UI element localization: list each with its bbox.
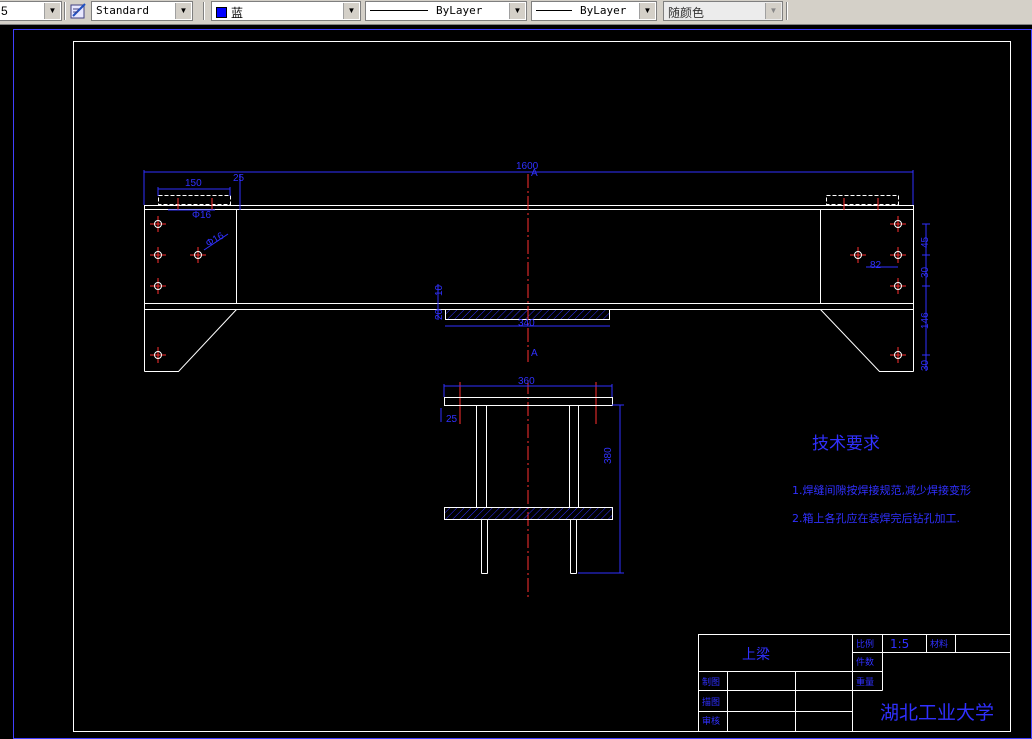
partial-dropdown[interactable]: 5 ▼ [0,1,62,21]
tb-check-label: 审核 [702,715,720,727]
dim-top-thickness: 25 [233,173,245,184]
dim-hole-dia-b: Φ16 [204,230,226,249]
properties-toolbar: 5 ▼ Standard ▼ 蓝 ▼ ByLayer ▼ ByLayer ▼ 随… [0,0,1032,25]
section-mark-bottom: A [531,348,538,359]
tb-drawn-label: 制图 [702,676,720,688]
chevron-down-icon[interactable]: ▼ [765,3,781,19]
dim-plate-h: 10 [434,284,445,296]
linetype-sample [370,10,428,11]
toolbar-separator [64,2,66,20]
dim-right-v3: 146 [920,312,931,329]
front-dim-text: 1600 150 25 Φ16 Φ16 45 82 30 146 30 10 2… [185,161,931,371]
text-style-value: Standard [96,4,149,17]
text-style-icon[interactable] [70,2,88,20]
section-dimensions [440,384,624,574]
tb-count-label: 件数 [856,656,874,668]
tb-part-name: 上梁 [742,647,770,663]
color-value: 蓝 [231,6,244,20]
lineweight-value: ByLayer [580,4,627,17]
tb-school: 湖北工业大学 [880,702,994,724]
tb-draw-label: 描图 [702,696,720,708]
tb-scale-value: 1:5 [890,637,909,651]
linetype-value: ByLayer [436,4,483,17]
drawing-canvas[interactable]: 1600 150 25 Φ16 Φ16 45 82 30 146 30 10 2… [0,24,1032,739]
dim-plate-width: 340 [518,318,535,329]
tech-title: 技术要求 [812,434,880,454]
dim-right-v1: 45 [920,236,931,248]
dim-section-width: 360 [518,376,535,387]
color-swatch [216,7,227,18]
chevron-down-icon[interactable]: ▼ [343,3,359,19]
dim-flange-t: 25 [446,414,458,425]
dim-right-v4: 30 [920,359,931,371]
text-style-dropdown[interactable]: Standard ▼ [91,1,193,21]
dim-right-v2: 30 [920,266,931,278]
toolbar-separator [203,2,205,20]
chevron-down-icon[interactable]: ▼ [175,3,191,19]
chevron-down-icon[interactable]: ▼ [44,3,60,19]
dim-web-height: 380 [603,447,614,464]
plot-style-value: 随颜色 [668,6,705,20]
dim-plate-h2: 20 [434,308,445,320]
tech-item-2: 2.箱上各孔应在装焊完后钻孔加工. [792,511,960,525]
tech-item-1: 1.焊缝间隙按焊接规范,减少焊接变形 [792,483,971,497]
toolbar-separator [786,2,788,20]
partial-dropdown-value: 5 [1,4,8,18]
tb-weight-label: 重量 [856,676,874,688]
section-mark-top: A [531,168,538,179]
color-dropdown[interactable]: 蓝 ▼ [211,1,361,21]
tb-material-label: 材料 [930,638,948,650]
chevron-down-icon[interactable]: ▼ [509,3,525,19]
lineweight-sample [536,10,572,11]
linetype-dropdown[interactable]: ByLayer ▼ [365,1,527,21]
lineweight-dropdown[interactable]: ByLayer ▼ [531,1,657,21]
plot-style-dropdown[interactable]: 随颜色 ▼ [663,1,783,21]
dim-hole-dia-a: Φ16 [192,210,212,221]
chevron-down-icon[interactable]: ▼ [639,3,655,19]
front-dimensions [143,170,930,371]
dim-right-h: 82 [870,260,882,271]
dim-hole-span: 150 [185,178,202,189]
tb-scale-label: 比例 [856,638,874,650]
front-view [144,195,914,372]
